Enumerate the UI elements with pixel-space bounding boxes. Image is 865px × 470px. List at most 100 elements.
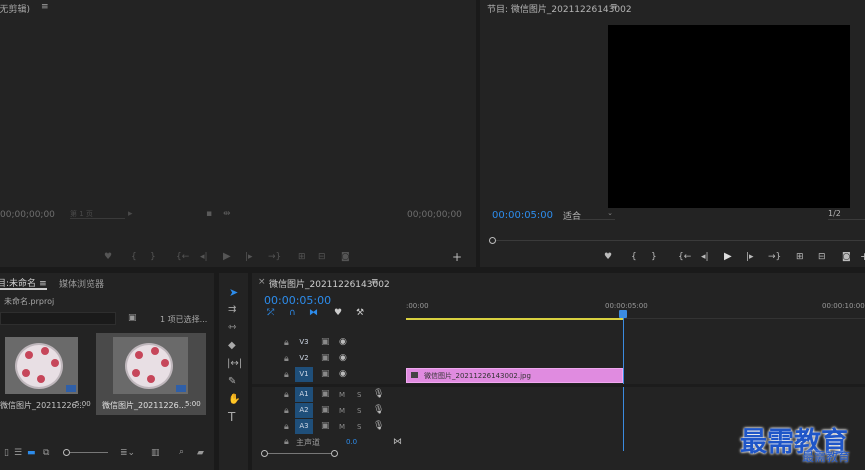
tab-project[interactable]: 目:未命名 ≡	[0, 276, 47, 290]
mic-icon[interactable]: 🎙︎	[373, 422, 384, 431]
new-bin-icon[interactable]: ▰	[197, 449, 204, 458]
sync-lock-icon[interactable]: ▣	[321, 354, 330, 363]
automate-icon[interactable]: ▥	[151, 449, 160, 458]
sync-lock-icon[interactable]: ▣	[321, 370, 330, 379]
master-volume[interactable]: 0.0	[346, 438, 357, 446]
marker-icon[interactable]: ♥	[604, 253, 612, 262]
step-back-icon[interactable]: ◂|	[200, 253, 208, 262]
step-back-icon[interactable]: ◂|	[701, 253, 709, 262]
video-clip[interactable]: 微信图片_20211226143002.jpg	[406, 368, 623, 383]
eye-icon[interactable]: ◉	[339, 338, 347, 347]
sync-lock-icon[interactable]: ▣	[321, 406, 330, 415]
resolution-select[interactable]: 1/2	[828, 209, 865, 220]
lock-icon[interactable]: 🔒︎	[284, 371, 289, 380]
extract-icon[interactable]: ⊟	[818, 253, 826, 262]
project-item-selected[interactable]: 微信图片_20211226... 5:00	[96, 333, 206, 415]
eye-icon[interactable]: ◉	[339, 370, 347, 379]
timeline-timecode[interactable]: 00:00:05:00	[264, 294, 331, 307]
wrench-icon[interactable]: ⚒	[356, 309, 364, 318]
marker-icon[interactable]: ♥	[104, 253, 112, 262]
lock-icon[interactable]: 🔒︎	[284, 391, 289, 400]
snap-icon[interactable]: ∩	[289, 309, 296, 318]
lock-icon[interactable]: 🔒︎	[284, 339, 289, 348]
zoom-slider[interactable]	[64, 452, 108, 453]
mic-icon[interactable]: 🎙︎	[373, 390, 384, 399]
playhead-handle[interactable]	[489, 237, 496, 244]
solo-button[interactable]: S	[357, 391, 361, 399]
razor-tool-icon[interactable]: ◆	[228, 341, 236, 351]
go-to-in-icon[interactable]: {←	[678, 253, 691, 262]
solo-button[interactable]: S	[357, 407, 361, 415]
panel-menu-icon[interactable]: ≡	[371, 277, 379, 287]
timeline-zoom-handle-right[interactable]	[331, 450, 338, 457]
play-icon[interactable]: ▶	[724, 252, 732, 262]
freeform-view-icon[interactable]: ⧉	[43, 449, 49, 458]
add-button-icon[interactable]: +	[860, 251, 865, 262]
lift-icon[interactable]: ⊞	[796, 253, 804, 262]
track-target[interactable]: V1	[295, 367, 313, 382]
panel-menu-icon[interactable]: ≡	[610, 2, 618, 12]
zoom-slider-handle[interactable]	[63, 449, 70, 456]
work-area-bar[interactable]	[406, 318, 623, 320]
list-view-icon[interactable]: ☰	[14, 449, 22, 458]
bin-icon[interactable]: ▣	[128, 314, 137, 323]
selection-tool-icon[interactable]: ➤	[229, 287, 238, 298]
sync-lock-icon[interactable]: ▣	[321, 422, 330, 431]
camera-icon[interactable]: ◙	[341, 253, 350, 262]
mark-out-icon[interactable]: }	[651, 253, 657, 262]
mark-in-icon[interactable]: {	[131, 253, 137, 262]
track-target[interactable]: V3	[295, 335, 313, 350]
mic-icon[interactable]: 🎙︎	[373, 406, 384, 415]
ripple-edit-tool-icon[interactable]: ⇿	[228, 323, 236, 333]
icon-view-icon[interactable]: ▬	[27, 449, 36, 458]
camera-icon[interactable]: ◙	[842, 253, 851, 262]
go-to-end-icon[interactable]: ⋈	[393, 438, 402, 447]
add-button-icon[interactable]: +	[452, 251, 462, 263]
insert-icon[interactable]: ⊞	[298, 253, 306, 262]
solo-button[interactable]: S	[357, 423, 361, 431]
settings-small-icon[interactable]: ▪	[206, 210, 212, 219]
go-to-out-icon[interactable]: →}	[768, 253, 781, 262]
linked-selection-icon[interactable]: ⧓	[309, 309, 318, 318]
lock-icon[interactable]: 🔒︎	[284, 407, 289, 416]
eye-icon[interactable]: ◉	[339, 354, 347, 363]
track-target[interactable]: V2	[295, 351, 313, 366]
timeline-zoom-bar[interactable]	[264, 453, 334, 454]
panel-menu-icon[interactable]: ≡	[39, 279, 47, 289]
mark-in-icon[interactable]: {	[631, 253, 637, 262]
pen-tool-icon[interactable]: ✎	[228, 377, 236, 387]
slip-tool-icon[interactable]: |↔|	[227, 359, 242, 369]
project-item[interactable]: 微信图片_20211226... 5:00	[0, 333, 94, 417]
program-scrub-bar[interactable]	[492, 240, 865, 241]
search-input[interactable]	[0, 312, 116, 325]
track-select-tool-icon[interactable]: ⇉	[228, 305, 236, 315]
sync-lock-icon[interactable]: ▣	[321, 338, 330, 347]
go-to-out-icon[interactable]: →}	[268, 253, 281, 262]
add-marker-icon[interactable]: ♥	[334, 309, 342, 318]
track-target[interactable]: A2	[295, 403, 313, 418]
play-arrow-icon[interactable]: ▸	[128, 210, 133, 219]
type-tool-icon[interactable]: T	[228, 411, 235, 423]
overwrite-icon[interactable]: ⊟	[318, 253, 326, 262]
drag-icon[interactable]: ⇹	[223, 210, 231, 219]
mark-out-icon[interactable]: }	[150, 253, 156, 262]
track-target[interactable]: A3	[295, 419, 313, 434]
mute-button[interactable]: M	[339, 407, 345, 415]
step-forward-icon[interactable]: |▸	[245, 253, 253, 262]
lock-icon[interactable]: 🔒︎	[284, 423, 289, 432]
mute-button[interactable]: M	[339, 391, 345, 399]
track-target[interactable]: A1	[295, 387, 313, 402]
fit-select[interactable]: 适合 ⌄	[563, 209, 615, 222]
play-icon[interactable]: ▶	[223, 252, 231, 262]
lock-icon[interactable]: 🔒︎	[284, 355, 289, 364]
playhead-marker[interactable]	[619, 310, 627, 318]
hand-tool-icon[interactable]: ✋	[228, 395, 240, 405]
lock-icon[interactable]: ▯	[4, 449, 9, 458]
source-monitor-title[interactable]: (无剪辑)	[0, 2, 30, 15]
timeline-zoom-handle-left[interactable]	[261, 450, 268, 457]
sync-lock-icon[interactable]: ▣	[321, 390, 330, 399]
tab-media-browser[interactable]: 媒体浏览器	[59, 277, 104, 290]
step-forward-icon[interactable]: |▸	[746, 253, 754, 262]
panel-menu-icon[interactable]: ≡	[41, 2, 49, 12]
nest-icon[interactable]: ⤱	[267, 309, 274, 318]
